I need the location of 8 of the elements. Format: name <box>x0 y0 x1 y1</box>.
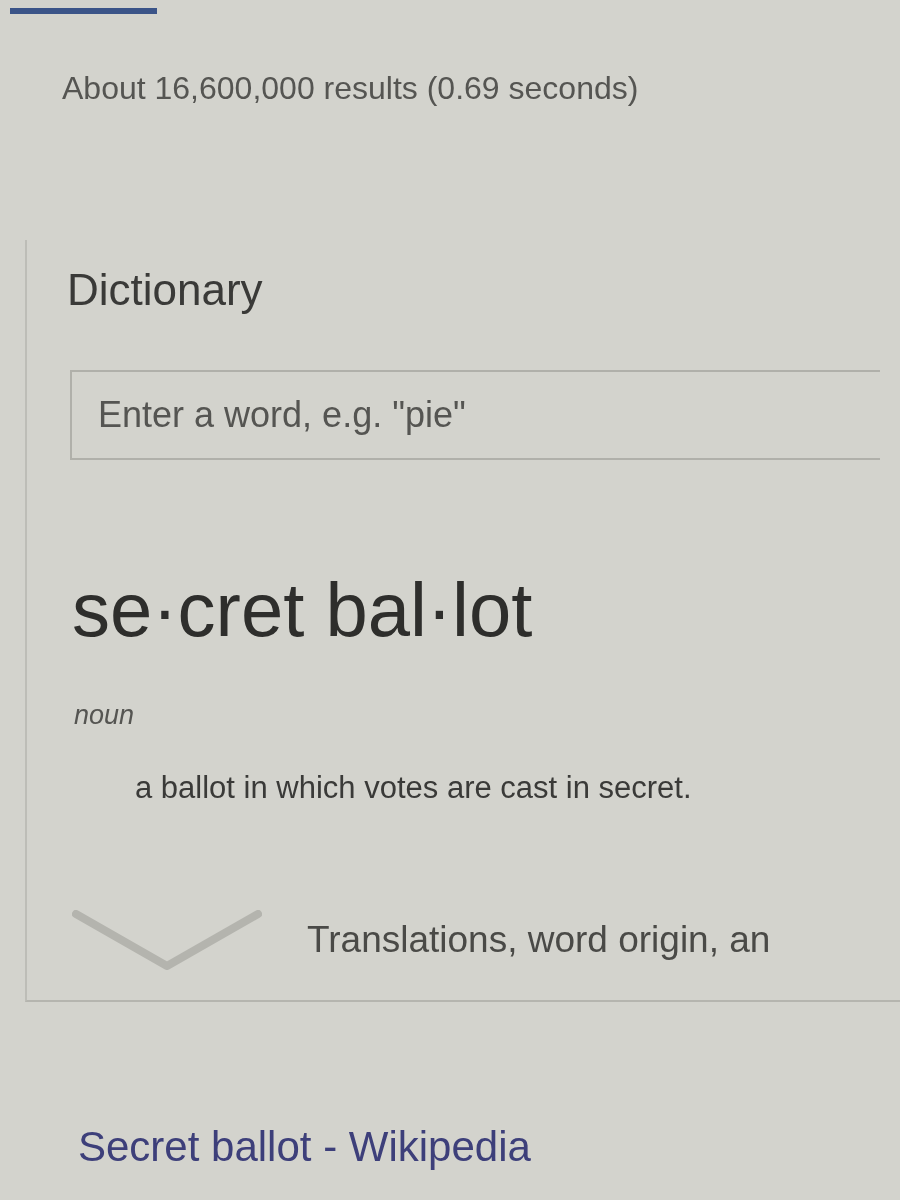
part-of-speech: noun <box>74 699 135 732</box>
definition: a ballot in which votes are cast in secret. <box>135 769 692 807</box>
word-search-field[interactable]: Enter a word, e.g. "pie" <box>70 370 880 460</box>
more-info-button[interactable]: Translations, word origin, an <box>72 905 771 975</box>
result-stats: About 16,600,000 results (0.69 seconds) <box>62 69 639 108</box>
headword: se·cret bal·lot <box>72 566 533 654</box>
result-title-link[interactable]: Secret ballot - Wikipedia <box>78 1122 531 1172</box>
dictionary-title: Dictionary <box>67 265 263 315</box>
